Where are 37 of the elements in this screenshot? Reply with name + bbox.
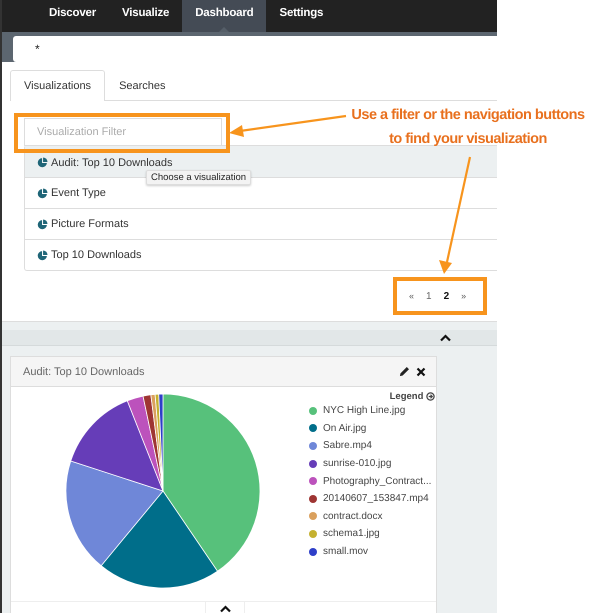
- pie-chart-icon: [37, 250, 48, 260]
- caret-up-icon[interactable]: [440, 334, 451, 342]
- pencil-icon[interactable]: [399, 366, 410, 377]
- caret-up-icon[interactable]: [220, 605, 230, 613]
- legend-title[interactable]: Legend: [390, 391, 424, 402]
- legend-label[interactable]: On Air.jpg: [323, 422, 366, 434]
- legend-label[interactable]: sunrise-010.jpg: [323, 458, 392, 470]
- legend-label[interactable]: Sabre.mp4: [323, 440, 372, 452]
- nav-tab[interactable]: Visualize: [108, 0, 182, 32]
- list-item[interactable]: Top 10 Downloads: [51, 249, 142, 261]
- panel-title: Audit: Top 10 Downloads: [23, 366, 146, 378]
- legend-label[interactable]: 20140607_153847.mp4: [323, 493, 429, 504]
- close-icon[interactable]: [416, 366, 426, 376]
- tab[interactable]: Visualizations: [10, 70, 106, 101]
- circle-arrow-icon[interactable]: [426, 392, 436, 401]
- legend-label[interactable]: NYC High Line.jpg: [323, 405, 406, 416]
- search-field[interactable]: *: [13, 36, 497, 62]
- page-link[interactable]: 1: [422, 288, 436, 304]
- filter-field[interactable]: Visualization Filter: [24, 118, 222, 146]
- next-page-link[interactable]: »: [457, 289, 470, 303]
- list-item[interactable]: Event Type: [51, 187, 106, 199]
- page-link[interactable]: 2: [440, 288, 454, 304]
- nav-tab[interactable]: Discover: [36, 0, 109, 32]
- legend-label[interactable]: contract.docx: [323, 510, 382, 522]
- nav-tab[interactable]: Settings: [266, 0, 336, 32]
- pie-chart-icon: [37, 157, 48, 168]
- nav-tab[interactable]: Dashboard: [182, 0, 266, 32]
- list-item[interactable]: Audit: Top 10 Downloads: [51, 156, 172, 168]
- prev-page-link[interactable]: «: [405, 289, 418, 303]
- tooltip: Choose a visualization: [146, 170, 252, 185]
- legend-label[interactable]: small.mov: [323, 546, 368, 558]
- legend-label[interactable]: schema1.jpg: [323, 528, 380, 540]
- annotation-text: Use a filter or the navigation buttons to find your visualization: [350, 106, 586, 149]
- pie-chart-icon: [37, 188, 48, 198]
- legend-label[interactable]: Photography_Contract...: [323, 476, 432, 487]
- list-item[interactable]: Picture Formats: [51, 218, 129, 230]
- pie-chart-icon: [37, 218, 48, 230]
